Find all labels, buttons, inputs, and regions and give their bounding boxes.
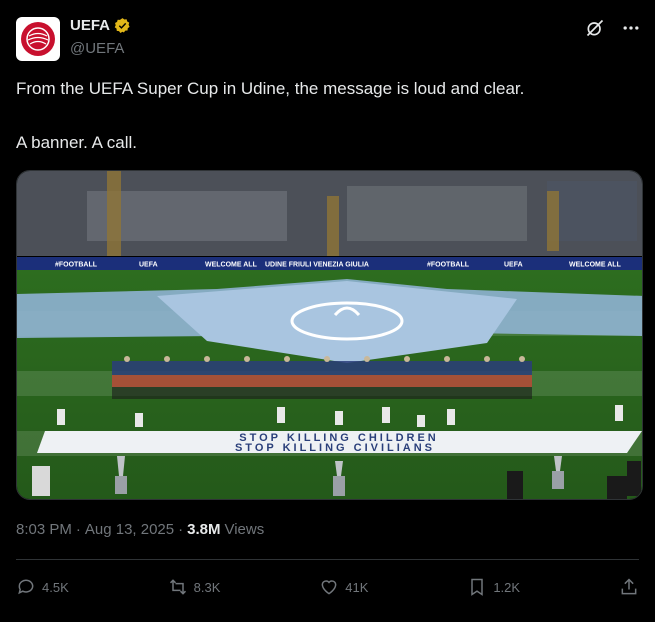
avatar[interactable]	[16, 17, 60, 61]
repost-button[interactable]: 8.3K	[168, 577, 221, 597]
ad-board-3: WELCOME ALL	[205, 262, 258, 269]
reply-count: 4.5K	[42, 579, 69, 595]
more-options-icon[interactable]	[621, 18, 641, 38]
views-count: 3.8M	[187, 521, 221, 538]
share-icon	[621, 578, 637, 595]
bookmark-button[interactable]: 1.2K	[467, 577, 520, 597]
bookmark-count: 1.2K	[493, 579, 521, 595]
reply-icon	[18, 579, 34, 595]
meta-separator: ·	[75, 521, 81, 538]
post-time[interactable]: 8:03 PM	[16, 521, 72, 538]
like-count: 41K	[345, 579, 369, 595]
bookmark-icon	[471, 578, 484, 596]
heart-icon	[321, 580, 337, 595]
account-name[interactable]: UEFA	[70, 17, 110, 34]
players-row	[112, 356, 532, 399]
repost-count: 8.3K	[193, 579, 221, 595]
divider	[16, 559, 639, 560]
post-text-line1: From the UEFA Super Cup in Udine, the me…	[16, 79, 525, 98]
meta-separator: ·	[178, 521, 184, 538]
crowd-texture	[17, 171, 642, 256]
banner-line-2: STOP KILLING CIVILIANS	[235, 442, 435, 454]
post-photo[interactable]: #FOOTBALL UEFA WELCOME ALL UDINE FRIULI …	[16, 170, 643, 500]
uefa-logo	[21, 22, 55, 56]
account-handle[interactable]: @UEFA	[70, 40, 124, 57]
ad-board-4: UDINE FRIULI VENEZIA GIULIA	[265, 262, 369, 269]
like-button[interactable]: 41K	[319, 577, 368, 597]
ad-board-5: #FOOTBALL	[427, 262, 470, 269]
post-text-line2: A banner. A call.	[16, 133, 137, 152]
ad-board-6: UEFA	[504, 262, 523, 269]
uefa-logo-icon	[26, 27, 50, 51]
verified-badge-icon[interactable]	[114, 17, 131, 34]
repost-icon	[169, 579, 186, 595]
views-label: Views	[224, 521, 265, 538]
reply-button[interactable]: 4.5K	[16, 577, 69, 597]
ad-board-2: UEFA	[139, 262, 158, 269]
share-button[interactable]	[619, 577, 639, 597]
grok-icon[interactable]	[585, 18, 605, 38]
post-meta: 8:03 PM · Aug 13, 2025 · 3.8M Views	[16, 521, 264, 538]
post-date[interactable]: Aug 13, 2025	[85, 521, 174, 538]
ad-board-7: WELCOME ALL	[569, 262, 622, 269]
ad-board-1: #FOOTBALL	[55, 262, 98, 269]
action-bar: 4.5K 8.3K 41K 1.2K	[16, 572, 639, 602]
stadium-photo: #FOOTBALL UEFA WELCOME ALL UDINE FRIULI …	[17, 171, 642, 499]
